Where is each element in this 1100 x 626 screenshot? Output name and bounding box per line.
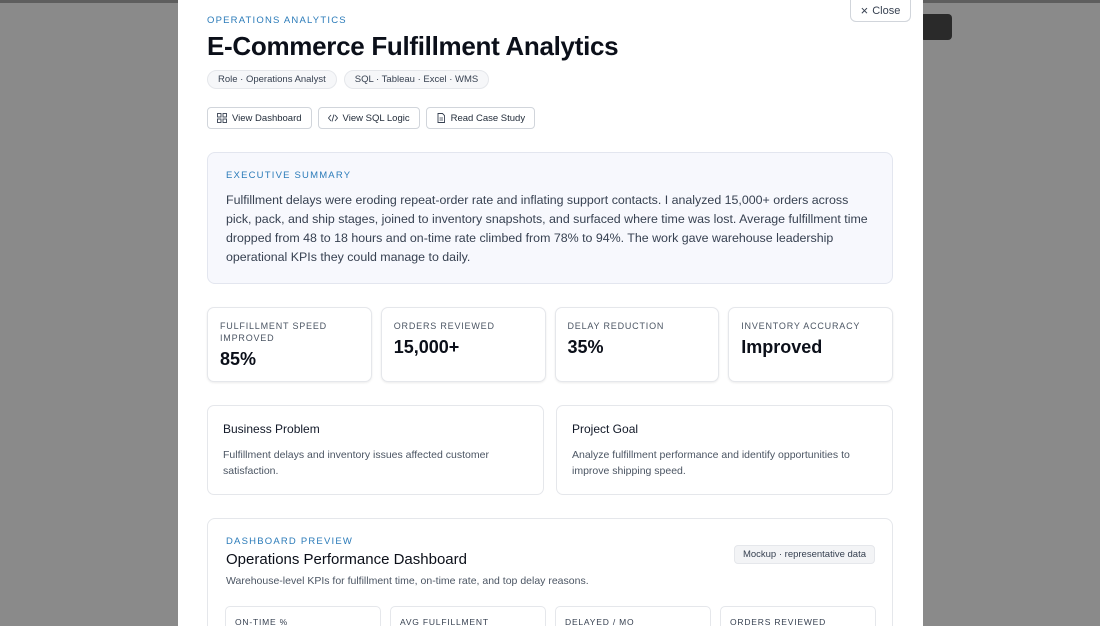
close-label: Close <box>872 4 901 17</box>
dashboard-preview: DASHBOARD PREVIEW Operations Performance… <box>207 518 893 626</box>
stat-value: 85% <box>220 349 257 369</box>
read-case-study-button[interactable]: Read Case Study <box>425 107 536 129</box>
card-title: Project Goal <box>572 422 639 436</box>
stat-card-delay-reduction: DELAY REDUCTION 35% <box>554 307 720 382</box>
stat-value: 35% <box>567 337 604 357</box>
business-problem-card: Business Problem Fulfillment delays and … <box>207 405 544 495</box>
stat-label: INVENTORY ACCURACY <box>741 321 861 331</box>
action-buttons: View Dashboard View SQL Logic Read Case … <box>207 107 536 129</box>
tag-chips: Role · Operations Analyst SQL · Tableau … <box>207 70 490 89</box>
stat-card-inventory-accuracy: INVENTORY ACCURACY Improved <box>728 307 893 382</box>
executive-summary: EXECUTIVE SUMMARY Fulfillment delays wer… <box>207 152 893 284</box>
document-icon <box>437 113 445 123</box>
background-button <box>920 14 952 40</box>
case-study-modal: × Close OPERATIONS ANALYTICS E-Commerce … <box>178 0 923 626</box>
stat-label: DELAY REDUCTION <box>567 321 665 331</box>
dashboard-kpi-avg-fulfillment: AVG FULFILLMENT <box>390 606 546 626</box>
dashboard-kpi-delayed: DELAYED / MO <box>555 606 711 626</box>
close-button[interactable]: × Close <box>850 0 911 22</box>
project-goal-card: Project Goal Analyze fulfillment perform… <box>556 405 893 495</box>
executive-summary-text: Fulfillment delays were eroding repeat-o… <box>226 193 868 264</box>
tools-chip: SQL · Tableau · Excel · WMS <box>343 70 490 89</box>
card-text: Fulfillment delays and inventory issues … <box>223 449 489 477</box>
category-eyebrow: OPERATIONS ANALYTICS <box>207 15 347 26</box>
dashboard-kpi-ontime: ON-TIME % <box>225 606 381 626</box>
stat-value: Improved <box>741 337 823 357</box>
stat-value: 15,000+ <box>393 337 460 357</box>
code-icon <box>327 114 338 122</box>
kpi-stats: FULFILLMENT SPEED IMPROVED 85% ORDERS RE… <box>207 307 893 382</box>
role-chip: Role · Operations Analyst <box>207 70 337 89</box>
view-dashboard-button[interactable]: View Dashboard <box>207 107 312 129</box>
problem-goal-cards: Business Problem Fulfillment delays and … <box>207 405 893 495</box>
executive-summary-label: EXECUTIVE SUMMARY <box>226 170 352 181</box>
dashboard-kpi-orders-reviewed: ORDERS REVIEWED <box>720 606 876 626</box>
read-case-study-label: Read Case Study <box>450 112 526 124</box>
mockup-badge: Mockup · representative data <box>733 545 875 564</box>
card-text: Analyze fulfillment performance and iden… <box>572 449 850 477</box>
dashboard-subtitle: Warehouse-level KPIs for fulfillment tim… <box>226 575 589 587</box>
grid-icon <box>217 113 227 123</box>
stat-card-orders-reviewed: ORDERS REVIEWED 15,000+ <box>380 307 546 382</box>
stat-label: ORDERS REVIEWED <box>393 321 495 331</box>
view-sql-logic-label: View SQL Logic <box>342 112 410 124</box>
close-icon: × <box>860 3 869 18</box>
view-sql-logic-button[interactable]: View SQL Logic <box>317 107 420 129</box>
stat-card-fulfillment-speed: FULFILLMENT SPEED IMPROVED 85% <box>207 307 372 382</box>
view-dashboard-label: View Dashboard <box>232 112 302 124</box>
page-title: E-Commerce Fulfillment Analytics <box>207 31 619 61</box>
card-title: Business Problem <box>223 422 320 436</box>
stat-label: FULFILLMENT SPEED IMPROVED <box>220 321 327 343</box>
dashboard-kpi-row: ON-TIME % AVG FULFILLMENT DELAYED / MO O… <box>225 606 876 626</box>
